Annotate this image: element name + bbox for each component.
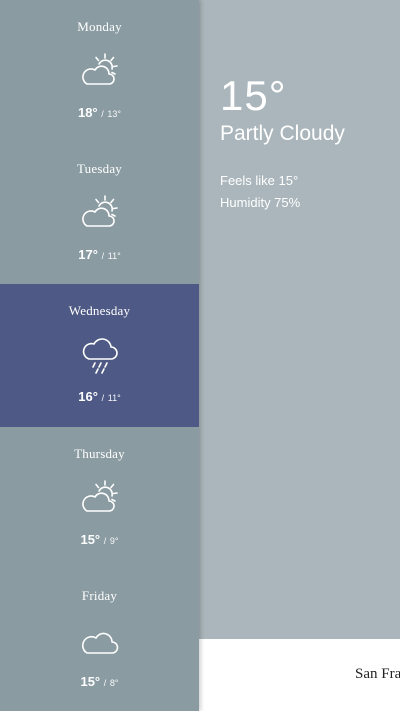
forecast-day-friday[interactable]: Friday 15° / 8°: [0, 569, 199, 711]
location-bar[interactable]: San Francisco: [199, 639, 400, 711]
low-temp: 13°: [107, 109, 122, 119]
day-name: Tuesday: [77, 161, 122, 177]
low-temp: 8°: [109, 677, 119, 688]
day-temperatures: 15° / 8°: [0, 674, 199, 689]
city-name: San Francisco: [355, 666, 400, 682]
current-temperature: 15°: [220, 72, 287, 119]
current-weather-panel: 15° Partly Cloudy Feels like 15° Humidit…: [199, 0, 400, 711]
humidity-label: Humidity 75%: [220, 195, 301, 210]
forecast-day-monday[interactable]: Monday 18° / 13°: [0, 0, 199, 142]
low-temp: 9°: [109, 535, 119, 546]
cloud-icon: [75, 617, 125, 661]
day-name: Wednesday: [68, 303, 131, 319]
partly-cloudy-icon: [75, 48, 125, 92]
low-temp: 11°: [107, 251, 121, 262]
high-temp: 17°: [78, 247, 98, 263]
forecast-day-tuesday[interactable]: Tuesday 17° / 11°: [0, 142, 199, 284]
partly-cloudy-icon: [75, 475, 125, 519]
day-temperatures: 17° / 11°: [0, 247, 199, 262]
day-name: Thursday: [74, 445, 125, 461]
day-name: Monday: [77, 19, 122, 34]
day-name: Friday: [81, 587, 118, 603]
weather-app: Monday 18° / 13° Tuesday 17° / 11° Wedne…: [0, 0, 400, 711]
forecast-day-wednesday[interactable]: Wednesday 16° / 11°: [0, 284, 199, 427]
current-condition: Partly Cloudy: [220, 122, 345, 145]
rain-icon: [75, 332, 125, 376]
low-temp: 11°: [107, 393, 121, 404]
day-temperatures: 18° / 13°: [0, 105, 199, 120]
temp-separator: /: [101, 109, 104, 119]
temp-separator: /: [101, 251, 105, 262]
temp-separator: /: [103, 535, 107, 546]
day-temperatures: 15° / 9°: [0, 532, 199, 547]
high-temp: 18°: [77, 105, 98, 120]
high-temp: 16°: [78, 389, 98, 405]
partly-cloudy-icon: [75, 190, 125, 234]
forecast-list: Monday 18° / 13° Tuesday 17° / 11° Wedne…: [0, 0, 199, 711]
day-temperatures: 16° / 11°: [0, 389, 199, 404]
feels-like-label: Feels like 15°: [220, 173, 299, 188]
temp-separator: /: [101, 393, 105, 404]
high-temp: 15°: [80, 531, 101, 547]
high-temp: 15°: [80, 673, 101, 689]
forecast-day-thursday[interactable]: Thursday 15° / 9°: [0, 427, 199, 569]
temp-separator: /: [103, 677, 107, 688]
